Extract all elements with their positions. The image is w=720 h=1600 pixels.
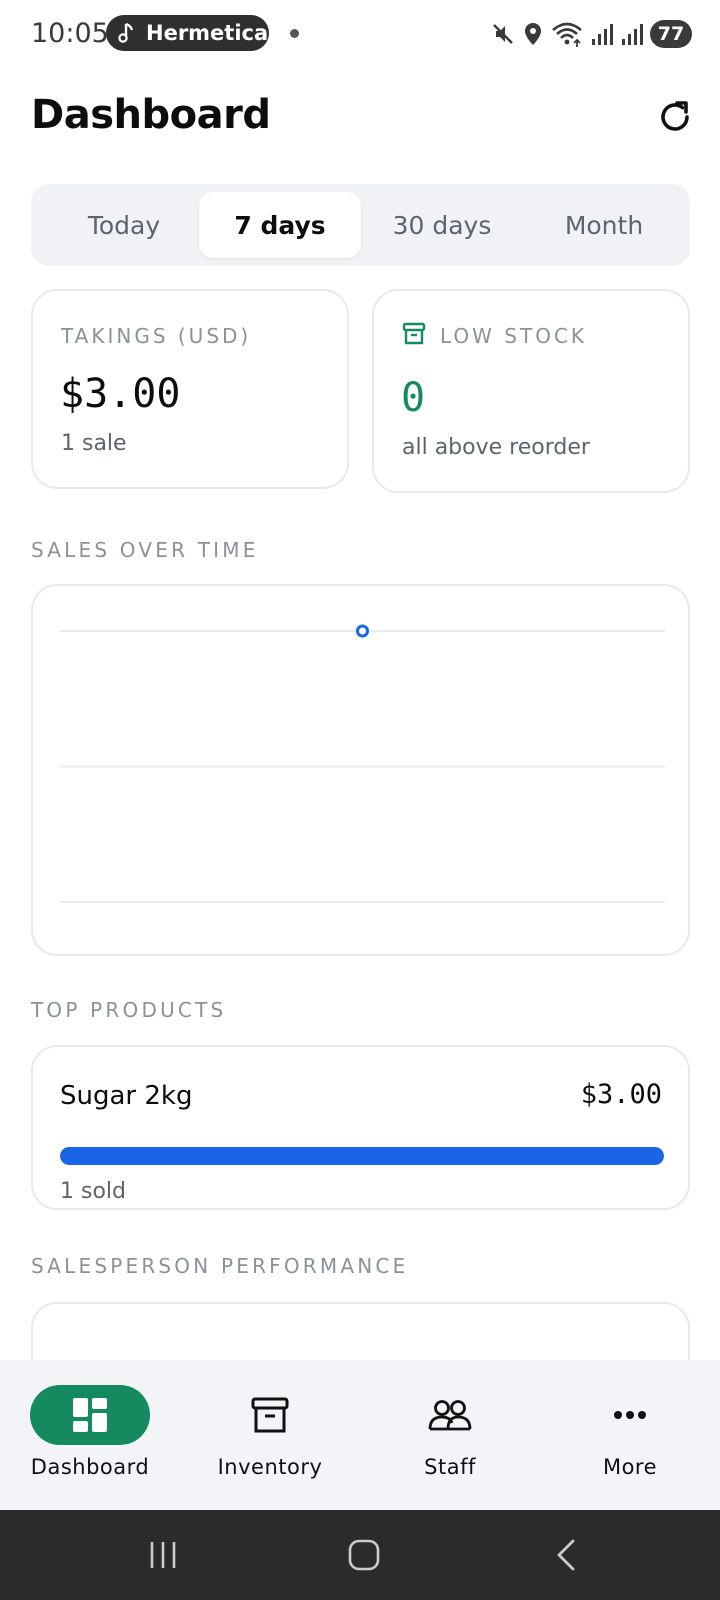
product-share-bar (60, 1147, 664, 1165)
people-icon (390, 1385, 510, 1445)
tab-month[interactable]: Month (523, 192, 685, 258)
page-title: Dashboard (31, 92, 271, 138)
low-stock-card[interactable]: LOW STOCK 0 all above reorder (372, 289, 690, 493)
nav-more[interactable]: More (550, 1385, 710, 1495)
recent-apps-icon (150, 1542, 176, 1568)
signal-icon-2 (622, 24, 643, 45)
nav-more-label: More (602, 1455, 658, 1479)
dashboard-grid-icon (30, 1385, 150, 1445)
status-bar: 10:05 Hermetica 77 (0, 0, 720, 68)
takings-card[interactable]: TAKINGS (USD) $3.00 1 sale (31, 289, 349, 489)
nav-staff[interactable]: Staff (370, 1385, 530, 1495)
takings-subtext: 1 sale (61, 431, 127, 456)
salesperson-performance-heading: SALESPERSON PERFORMANCE (31, 1254, 409, 1278)
low-stock-value: 0 (401, 375, 426, 421)
signal-icon (592, 24, 613, 45)
product-amount: $3.00 (580, 1079, 662, 1110)
sales-over-time-heading: SALES OVER TIME (31, 538, 259, 562)
location-icon (525, 23, 541, 45)
nav-dashboard-label: Dashboard (30, 1455, 150, 1479)
wifi-icon (552, 22, 582, 47)
low-stock-label: LOW STOCK (440, 324, 588, 348)
nav-inventory-label: Inventory (217, 1455, 323, 1479)
chart-point[interactable] (356, 624, 369, 638)
tab-7-days[interactable]: 7 days (199, 192, 361, 258)
mute-icon (493, 24, 513, 44)
recent-apps-button[interactable] (133, 1530, 193, 1580)
archive-box-icon (210, 1385, 330, 1445)
more-dots-icon (570, 1385, 690, 1445)
sales-chart (31, 584, 690, 956)
nav-dashboard[interactable]: Dashboard (10, 1385, 170, 1495)
status-time: 10:05 (31, 18, 109, 49)
product-sold-count: 1 sold (60, 1179, 126, 1204)
nav-inventory[interactable]: Inventory (190, 1385, 350, 1495)
bottom-nav: Dashboard Inventory Staff More (0, 1360, 720, 1510)
top-product-card[interactable]: Sugar 2kg $3.00 1 sold (31, 1045, 690, 1210)
takings-value: $3.00 (60, 371, 181, 417)
home-icon (348, 1539, 380, 1571)
system-nav-bar (0, 1510, 720, 1600)
media-pill[interactable]: Hermetica (106, 15, 269, 51)
refresh-icon[interactable] (655, 97, 695, 137)
battery-indicator: 77 (650, 20, 692, 48)
sales-chart-svg (60, 624, 665, 903)
date-range-tabs: Today 7 days 30 days Month (31, 184, 690, 266)
archive-box-icon (402, 322, 426, 345)
tab-today[interactable]: Today (43, 192, 205, 258)
media-app-name: Hermetica (146, 21, 269, 45)
notification-dot (290, 29, 299, 38)
product-share-fill (60, 1147, 664, 1165)
nav-staff-label: Staff (424, 1455, 476, 1479)
home-button[interactable] (334, 1530, 394, 1580)
status-icons: 77 (490, 18, 692, 50)
takings-label: TAKINGS (USD) (61, 324, 252, 348)
product-name: Sugar 2kg (60, 1081, 193, 1111)
tab-30-days[interactable]: 30 days (361, 192, 523, 258)
top-products-heading: TOP PRODUCTS (31, 998, 227, 1022)
back-button[interactable] (536, 1530, 596, 1580)
low-stock-subtext: all above reorder (402, 435, 590, 460)
music-note-icon (118, 22, 134, 43)
back-icon (557, 1539, 575, 1571)
